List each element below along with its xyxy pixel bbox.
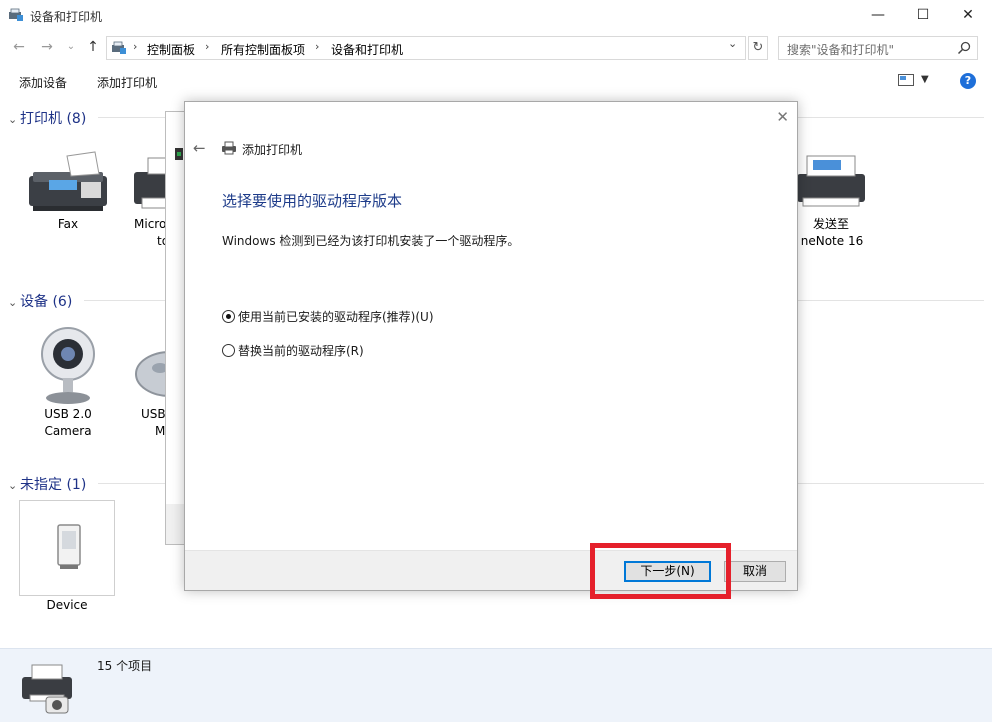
breadcrumb-separator-icon: › [315, 40, 320, 53]
devices-group-label: 设备 (6) [20, 294, 73, 310]
refresh-icon[interactable]: ↻ [748, 36, 768, 60]
group-divider [798, 117, 984, 118]
devices-group-header[interactable]: ⌄ 设备 (6) [8, 291, 72, 311]
group-divider [798, 483, 984, 484]
breadcrumb-control-panel[interactable]: 控制面板 [147, 41, 195, 58]
item-count: 15 个项目 [97, 659, 153, 673]
add-device-button[interactable]: 添加设备 [19, 74, 67, 91]
status-bar: 15 个项目 [0, 648, 992, 722]
printer-icon [222, 141, 236, 155]
unspecified-group-label: 未指定 (1) [20, 477, 87, 493]
dialog-heading: 选择要使用的驱动程序版本 [222, 192, 403, 210]
recent-locations-chevron-icon[interactable]: ⌄ [62, 38, 80, 56]
breadcrumb-separator-icon: › [133, 40, 138, 53]
replace-driver-option[interactable]: 替换当前的驱动程序(R) [222, 342, 364, 359]
maximize-icon[interactable]: ☐ [900, 0, 946, 30]
collapse-chevron-icon[interactable]: ⌄ [8, 296, 20, 309]
close-icon[interactable]: ✕ [945, 0, 991, 30]
usb-camera-device[interactable]: USB 2.0 Camera [20, 322, 116, 440]
status-devices-icon [22, 664, 72, 714]
unspecified-group-header[interactable]: ⌄ 未指定 (1) [8, 474, 86, 494]
forward-arrow-icon[interactable]: → [38, 38, 56, 56]
search-placeholder: 搜索"设备和打印机" [787, 43, 895, 57]
breadcrumb-all-items[interactable]: 所有控制面板项 [221, 41, 305, 58]
back-arrow-icon[interactable]: ← [10, 38, 28, 56]
fax-device[interactable]: Fax [20, 150, 116, 233]
devices-and-printers-window: 设备和打印机 — ☐ ✕ ← → ⌄ ↑ › 控制面板 › 所有控制面板项 › … [0, 0, 992, 722]
fax-label: Fax [57, 217, 79, 231]
dialog-title: 添加打印机 [242, 143, 303, 157]
breadcrumb-devices-printers[interactable]: 设备和打印机 [331, 41, 403, 58]
generic-device-icon [57, 524, 81, 569]
change-view-icon[interactable] [898, 74, 914, 86]
minimize-icon[interactable]: — [855, 0, 901, 30]
usb-camera-label-line2: Camera [44, 424, 92, 438]
control-panel-icon [112, 41, 126, 54]
address-bar[interactable]: › 控制面板 › 所有控制面板项 › 设备和打印机 [106, 36, 746, 60]
command-bar: 添加设备 添加打印机 [0, 64, 992, 98]
collapse-chevron-icon[interactable]: ⌄ [8, 479, 20, 492]
search-input[interactable]: 搜索"设备和打印机" [778, 36, 978, 60]
next-button-highlight [590, 543, 731, 599]
use-current-driver-label: 使用当前已安装的驱动程序(推荐)(U) [238, 310, 434, 324]
printers-group-label: 打印机 (8) [20, 111, 87, 127]
collapse-chevron-icon[interactable]: ⌄ [8, 113, 20, 126]
breadcrumb-separator-icon: › [205, 40, 210, 53]
add-printer-dialog: ✕ ← 添加打印机 选择要使用的驱动程序版本 Windows 检测到已经为该打印… [184, 101, 798, 591]
fax-icon [29, 151, 107, 211]
webcam-icon [41, 327, 95, 404]
title-bar: 设备和打印机 — ☐ ✕ [0, 0, 992, 32]
replace-driver-label: 替换当前的驱动程序(R) [238, 344, 364, 358]
address-dropdown-icon[interactable]: ⌄ [728, 37, 737, 50]
cancel-button[interactable]: 取消 [724, 561, 786, 582]
radio-selected[interactable] [222, 310, 235, 323]
view-dropdown-icon[interactable]: ▼ [921, 74, 929, 85]
printers-group-header[interactable]: ⌄ 打印机 (8) [8, 108, 86, 128]
usb-camera-label: USB 2.0 [44, 407, 92, 421]
dialog-description: Windows 检测到已经为该打印机安装了一个驱动程序。 [222, 234, 520, 248]
unspecified-device[interactable]: Device [19, 500, 115, 612]
add-printer-button[interactable]: 添加打印机 [97, 74, 157, 91]
dialog-close-icon[interactable]: ✕ [776, 108, 789, 126]
device-label: Device [46, 598, 88, 612]
group-divider [798, 300, 984, 301]
radio-unselected[interactable] [222, 344, 235, 357]
up-arrow-icon[interactable]: ↑ [84, 38, 102, 56]
search-icon [957, 41, 971, 55]
use-current-driver-option[interactable]: 使用当前已安装的驱动程序(推荐)(U) [222, 308, 434, 325]
help-icon[interactable]: ? [960, 73, 976, 89]
window-title: 设备和打印机 [30, 10, 103, 24]
navigation-bar: ← → ⌄ ↑ › 控制面板 › 所有控制面板项 › 设备和打印机 ⌄ ↻ 搜索… [0, 32, 992, 64]
devices-printers-app-icon [9, 8, 23, 21]
dialog-back-arrow-icon[interactable]: ← [193, 139, 206, 157]
